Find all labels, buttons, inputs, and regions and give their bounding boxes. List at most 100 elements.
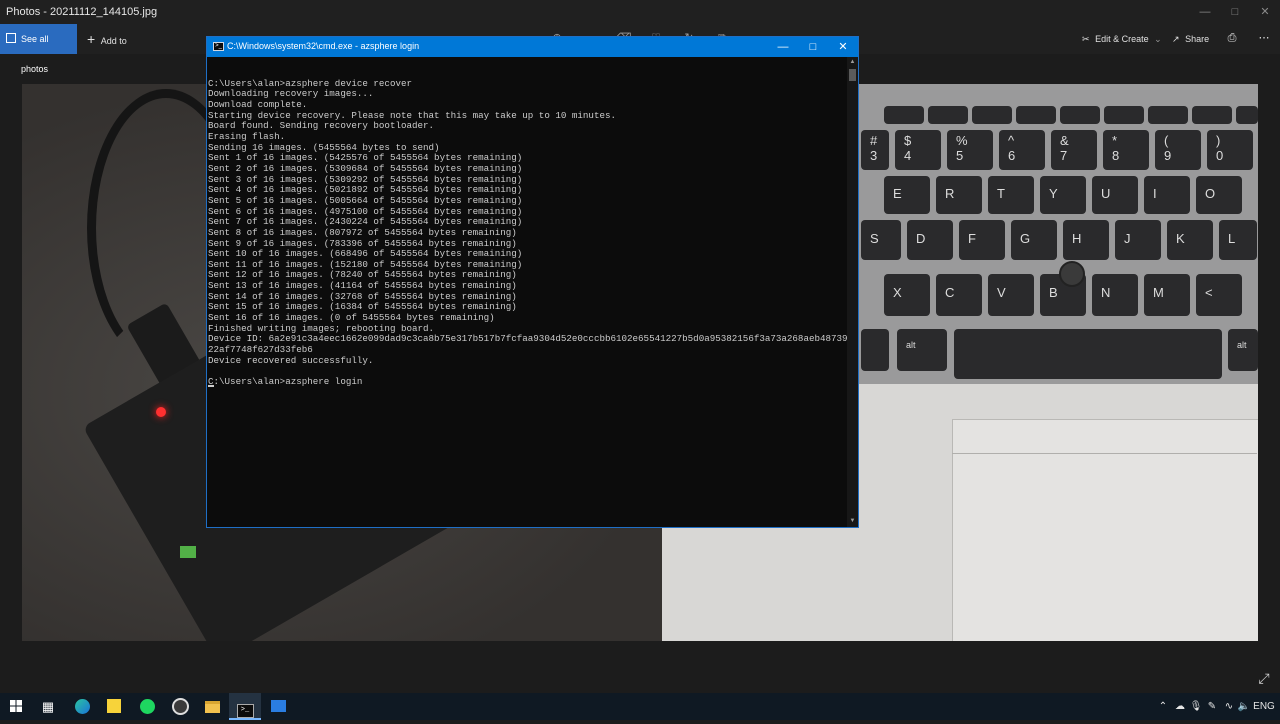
cmd-close-button[interactable]: ✕ [828,37,858,57]
print-icon[interactable]: ⎙ [1225,31,1239,45]
see-all-photos-label: See all photos [21,34,49,74]
photo-key: V [988,274,1034,316]
photo-spacebar [954,329,1222,379]
photo-key: * 8 [1103,130,1149,170]
photo-key [1104,106,1144,124]
photo-key: alt [1228,329,1258,371]
taskbar: ▦ >_ ⌃ ☁ 🎙 ✎ ∿ 🔈 ENG [0,693,1280,720]
microphone-icon[interactable]: 🎙 [1189,693,1203,720]
edit-icon: ✂ [1082,34,1090,44]
obs-icon[interactable] [164,693,196,720]
chevron-down-icon: ⌄ [1154,34,1162,44]
input-language-indicator[interactable]: ENG [1253,693,1275,720]
photo-key: U [1092,176,1138,214]
photo-key: C [936,274,982,316]
photo-board-led [156,407,166,417]
edit-create-label: Edit & Create [1095,34,1149,44]
photo-key: % 5 [947,130,993,170]
scroll-down-arrow-icon[interactable]: ▼ [847,516,858,527]
photo-key [1060,106,1100,124]
cmd-output-line: Sent 8 of 16 images. (807972 of 5455564 … [208,226,517,238]
photo-key [1148,106,1188,124]
photo-key: $4 [895,130,941,170]
photo-key: alt [897,329,947,371]
file-explorer-icon[interactable] [196,693,228,720]
cmd-maximize-button[interactable]: □ [798,37,828,57]
photo-key: < [1196,274,1242,316]
share-icon: ↗ [1172,34,1180,44]
cmd-app-icon: >_ [213,42,224,51]
more-options-icon[interactable]: ⋯ [1257,31,1271,45]
cmd-scrollbar[interactable]: ▲ ▼ [847,57,858,527]
fullscreen-icon[interactable]: ⤢ [1255,669,1273,687]
photo-key: Y [1040,176,1086,214]
cmd-window-title: C:\Windows\system32\cmd.exe - azsphere l… [227,41,420,51]
photo-key: ) 0 [1207,130,1253,170]
cmd-output-line: C:\Users\alan>azsphere login [208,376,363,388]
sticky-notes-icon[interactable] [98,693,130,720]
cmd-output-line: Device recovered successfully. [208,354,374,366]
cmd-titlebar[interactable]: >_ C:\Windows\system32\cmd.exe - azspher… [207,37,858,57]
task-view-icon[interactable]: ▦ [32,693,64,720]
edge-icon[interactable] [66,693,98,720]
photo-key [884,106,924,124]
photo-key: #3 [861,130,889,170]
cmd-minimize-button[interactable]: — [768,37,798,57]
photo-key: & 7 [1051,130,1097,170]
photo-key: N [1092,274,1138,316]
cmd-scroll-thumb[interactable] [849,69,856,81]
show-hidden-icons-icon[interactable]: ⌃ [1156,693,1170,720]
volume-icon[interactable]: 🔈 [1237,693,1251,720]
scroll-up-arrow-icon[interactable]: ▲ [847,57,858,68]
onedrive-icon[interactable]: ☁ [1172,693,1188,720]
photos-maximize-button[interactable]: □ [1220,2,1250,22]
share-button[interactable]: ↗ Share [1172,24,1209,54]
windows-start-icon[interactable] [0,693,32,720]
photo-key [1192,106,1232,124]
cmd-console-output[interactable]: C:\Users\alan>azsphere device recover Dow… [208,68,848,523]
wifi-icon[interactable]: ∿ [1221,693,1237,720]
photo-key: O [1196,176,1242,214]
photo-key [1016,106,1056,124]
photos-close-button[interactable]: ✕ [1250,2,1280,22]
photo-key: R [936,176,982,214]
cmd-window: >_ C:\Windows\system32\cmd.exe - azspher… [206,36,859,528]
cmd-text-cursor [208,385,214,387]
cmd-output-line: Sent 5 of 16 images. (5005664 of 5455564… [208,194,523,206]
see-all-photos-button[interactable]: See all photos [0,24,77,74]
photos-icon[interactable] [262,693,294,720]
cmd-output-line: Board found. Sending recovery bootloader… [208,120,435,132]
photo-key [972,106,1012,124]
pen-icon[interactable]: ✎ [1204,693,1220,720]
photo-key: X [884,274,930,316]
photo-key [861,329,889,371]
photos-titlebar: Photos - 20211112_144105.jpg — □ ✕ [0,0,1280,24]
photo-key: G [1011,220,1057,260]
photo-key: (9 [1155,130,1201,170]
photo-key [1236,106,1258,124]
photo-key: D [907,220,953,260]
photo-key: K [1167,220,1213,260]
photo-key: T [988,176,1034,214]
cmd-output-line: Sent 2 of 16 images. (5309684 of 5455564… [208,162,523,174]
cmd-output-line: Erasing flash. [208,130,286,142]
photo-key: L [1219,220,1257,260]
photo-key: E [884,176,930,214]
add-to-label: Add to [100,36,127,46]
spotify-icon[interactable] [131,693,163,720]
photo-key: J [1115,220,1161,260]
photo-key: S [861,220,901,260]
photo-board-connector [180,546,196,558]
photos-minimize-button[interactable]: — [1190,2,1220,22]
photos-grid-icon [6,33,16,43]
photo-key: M [1144,274,1190,316]
edit-create-button[interactable]: ✂ Edit & Create ⌄ [1082,24,1162,54]
photos-window-title: Photos - 20211112_144105.jpg [6,6,158,18]
photo-key: F [959,220,1005,260]
photo-key: H [1063,220,1109,260]
add-to-button[interactable]: + Add to [87,24,127,54]
share-label: Share [1185,34,1210,44]
cmd-icon[interactable]: >_ [229,693,261,720]
photo-key: I [1144,176,1190,214]
photo-trackpad-buttons [952,419,1257,454]
